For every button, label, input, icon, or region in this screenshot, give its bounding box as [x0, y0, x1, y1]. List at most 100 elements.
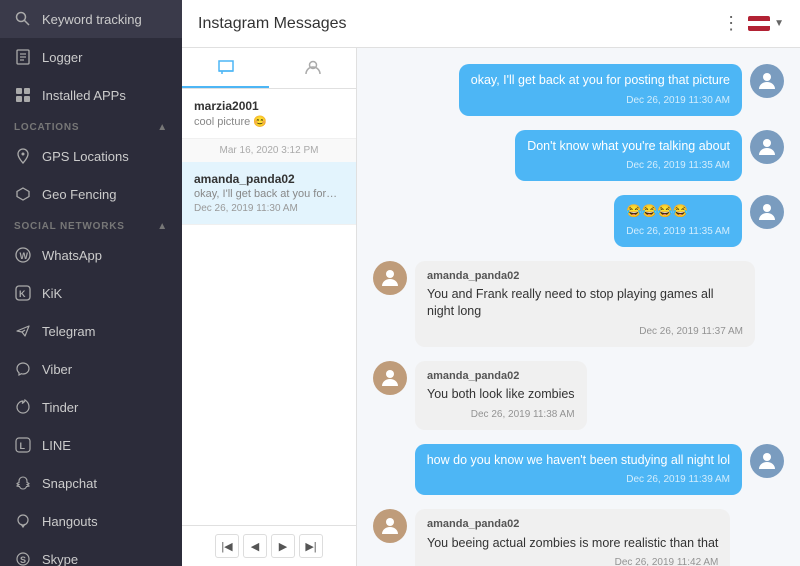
avatar [373, 361, 407, 395]
sidebar-label-line: LINE [42, 438, 71, 453]
message-sender: amanda_panda02 [427, 369, 575, 384]
conv-item-name: marzia2001 [194, 99, 344, 113]
sidebar-item-installed-apps[interactable]: Installed APPs [0, 76, 182, 114]
chat-area: okay, I'll get back at you for posting t… [357, 48, 800, 566]
message-time: Dec 26, 2019 11:35 AM [527, 159, 730, 173]
conv-item-preview: cool picture 😊 [194, 115, 339, 128]
sidebar-label-logger: Logger [42, 50, 82, 65]
sidebar-item-hangouts[interactable]: Hangouts [0, 502, 182, 540]
pagination-prev[interactable]: ◀ [243, 534, 267, 558]
page-title: Instagram Messages [198, 15, 347, 33]
whatsapp-icon: W [14, 246, 32, 264]
topbar-right: ⋮ ▼ [722, 13, 784, 34]
message-bubble: amanda_panda02 You beeing actual zombies… [415, 509, 730, 566]
sidebar-item-kik[interactable]: K KiK [0, 274, 182, 312]
message-bubble: 😂😂😂😂 Dec 26, 2019 11:35 AM [614, 195, 742, 247]
message-text: You both look like zombies [427, 386, 575, 404]
message-time: Dec 26, 2019 11:38 AM [427, 408, 575, 422]
pagination-last[interactable]: ▶| [299, 534, 323, 558]
message-row: amanda_panda02 You both look like zombie… [373, 361, 784, 430]
message-bubble: amanda_panda02 You both look like zombie… [415, 361, 587, 430]
sidebar-label-skype: Skype [42, 552, 78, 566]
message-bubble: okay, I'll get back at you for posting t… [459, 64, 742, 116]
more-options-button[interactable]: ⋮ [722, 13, 740, 34]
message-bubble: amanda_panda02 You and Frank really need… [415, 261, 755, 347]
sidebar-label-snapchat: Snapchat [42, 476, 97, 491]
svg-text:W: W [20, 251, 29, 261]
telegram-icon [14, 322, 32, 340]
avatar [750, 195, 784, 229]
sidebar-label-gps-locations: GPS Locations [42, 149, 129, 164]
conversation-pagination: |◀ ◀ ▶ ▶| [182, 525, 356, 566]
pagination-first[interactable]: |◀ [215, 534, 239, 558]
sidebar-item-geo-fencing[interactable]: Geo Fencing [0, 175, 182, 213]
sidebar-label-whatsapp: WhatsApp [42, 248, 102, 263]
message-text: You and Frank really need to stop playin… [427, 286, 743, 321]
sidebar-item-gps-locations[interactable]: GPS Locations [0, 137, 182, 175]
gps-locations-icon [14, 147, 32, 165]
language-selector[interactable]: ▼ [748, 16, 784, 31]
sidebar-item-tinder[interactable]: Tinder [0, 388, 182, 426]
conversation-item-amanda[interactable]: amanda_panda02 okay, I'll get back at yo… [182, 162, 356, 225]
sidebar-item-telegram[interactable]: Telegram [0, 312, 182, 350]
section-header-social-networks[interactable]: SOCIAL NETWORKS ▲ [0, 213, 182, 236]
snapchat-icon [14, 474, 32, 492]
topbar: Instagram Messages ⋮ ▼ [182, 0, 800, 48]
message-text: 😂😂😂😂 [626, 203, 730, 221]
sidebar-label-hangouts: Hangouts [42, 514, 98, 529]
avatar [750, 64, 784, 98]
hangouts-icon [14, 512, 32, 530]
sidebar-item-logger[interactable]: Logger [0, 38, 182, 76]
svg-text:L: L [20, 441, 26, 451]
conv-item-preview-amanda: okay, I'll get back at you for posting t… [194, 188, 339, 200]
message-time: Dec 26, 2019 11:39 AM [427, 473, 730, 487]
sidebar-item-viber[interactable]: Viber [0, 350, 182, 388]
social-networks-chevron: ▲ [157, 221, 168, 232]
message-text: okay, I'll get back at you for posting t… [471, 72, 730, 90]
pagination-next[interactable]: ▶ [271, 534, 295, 558]
message-text: how do you know we haven't been studying… [427, 452, 730, 470]
sidebar-label-telegram: Telegram [42, 324, 95, 339]
keyword-tracking-icon [14, 10, 32, 28]
conversation-panel: marzia2001 cool picture 😊 Mar 16, 2020 3… [182, 48, 357, 566]
conv-item-name-amanda: amanda_panda02 [194, 172, 344, 186]
conv-item-date-amanda: Dec 26, 2019 11:30 AM [194, 203, 344, 214]
main-content: Instagram Messages ⋮ ▼ marzia2001 [182, 0, 800, 566]
message-sender: amanda_panda02 [427, 269, 743, 284]
sidebar-item-snapchat[interactable]: Snapchat [0, 464, 182, 502]
avatar [373, 261, 407, 295]
sidebar-label-viber: Viber [42, 362, 72, 377]
sidebar-item-whatsapp[interactable]: W WhatsApp [0, 236, 182, 274]
message-row: okay, I'll get back at you for posting t… [373, 64, 784, 116]
sidebar: Keyword tracking Logger Installed APPs L… [0, 0, 182, 566]
tinder-icon [14, 398, 32, 416]
tab-messages[interactable] [182, 48, 269, 88]
conversation-tabs [182, 48, 356, 89]
message-row: amanda_panda02 You and Frank really need… [373, 261, 784, 347]
section-label-social-networks: SOCIAL NETWORKS [14, 221, 125, 232]
message-time: Dec 26, 2019 11:37 AM [427, 325, 743, 339]
sidebar-item-skype[interactable]: S Skype [0, 540, 182, 566]
installed-apps-icon [14, 86, 32, 104]
inner-layout: marzia2001 cool picture 😊 Mar 16, 2020 3… [182, 48, 800, 566]
message-row: how do you know we haven't been studying… [373, 444, 784, 496]
avatar [750, 130, 784, 164]
message-time: Dec 26, 2019 11:30 AM [471, 94, 730, 108]
message-time: Dec 26, 2019 11:35 AM [626, 225, 730, 239]
svg-text:S: S [20, 555, 26, 565]
message-time: Dec 26, 2019 11:42 AM [427, 556, 718, 566]
message-row: amanda_panda02 You beeing actual zombies… [373, 509, 784, 566]
sidebar-item-keyword-tracking[interactable]: Keyword tracking [0, 0, 182, 38]
avatar [373, 509, 407, 543]
message-bubble: how do you know we haven't been studying… [415, 444, 742, 496]
conversation-item-marzia2001[interactable]: marzia2001 cool picture 😊 [182, 89, 356, 139]
sidebar-item-line[interactable]: L LINE [0, 426, 182, 464]
kik-icon: K [14, 284, 32, 302]
avatar [750, 444, 784, 478]
conv-date-divider: Mar 16, 2020 3:12 PM [182, 139, 356, 162]
skype-icon: S [14, 550, 32, 566]
section-label-locations: LOCATIONS [14, 122, 79, 133]
tab-contacts[interactable] [269, 48, 356, 88]
section-header-locations[interactable]: LOCATIONS ▲ [0, 114, 182, 137]
sidebar-label-keyword-tracking: Keyword tracking [42, 12, 142, 27]
